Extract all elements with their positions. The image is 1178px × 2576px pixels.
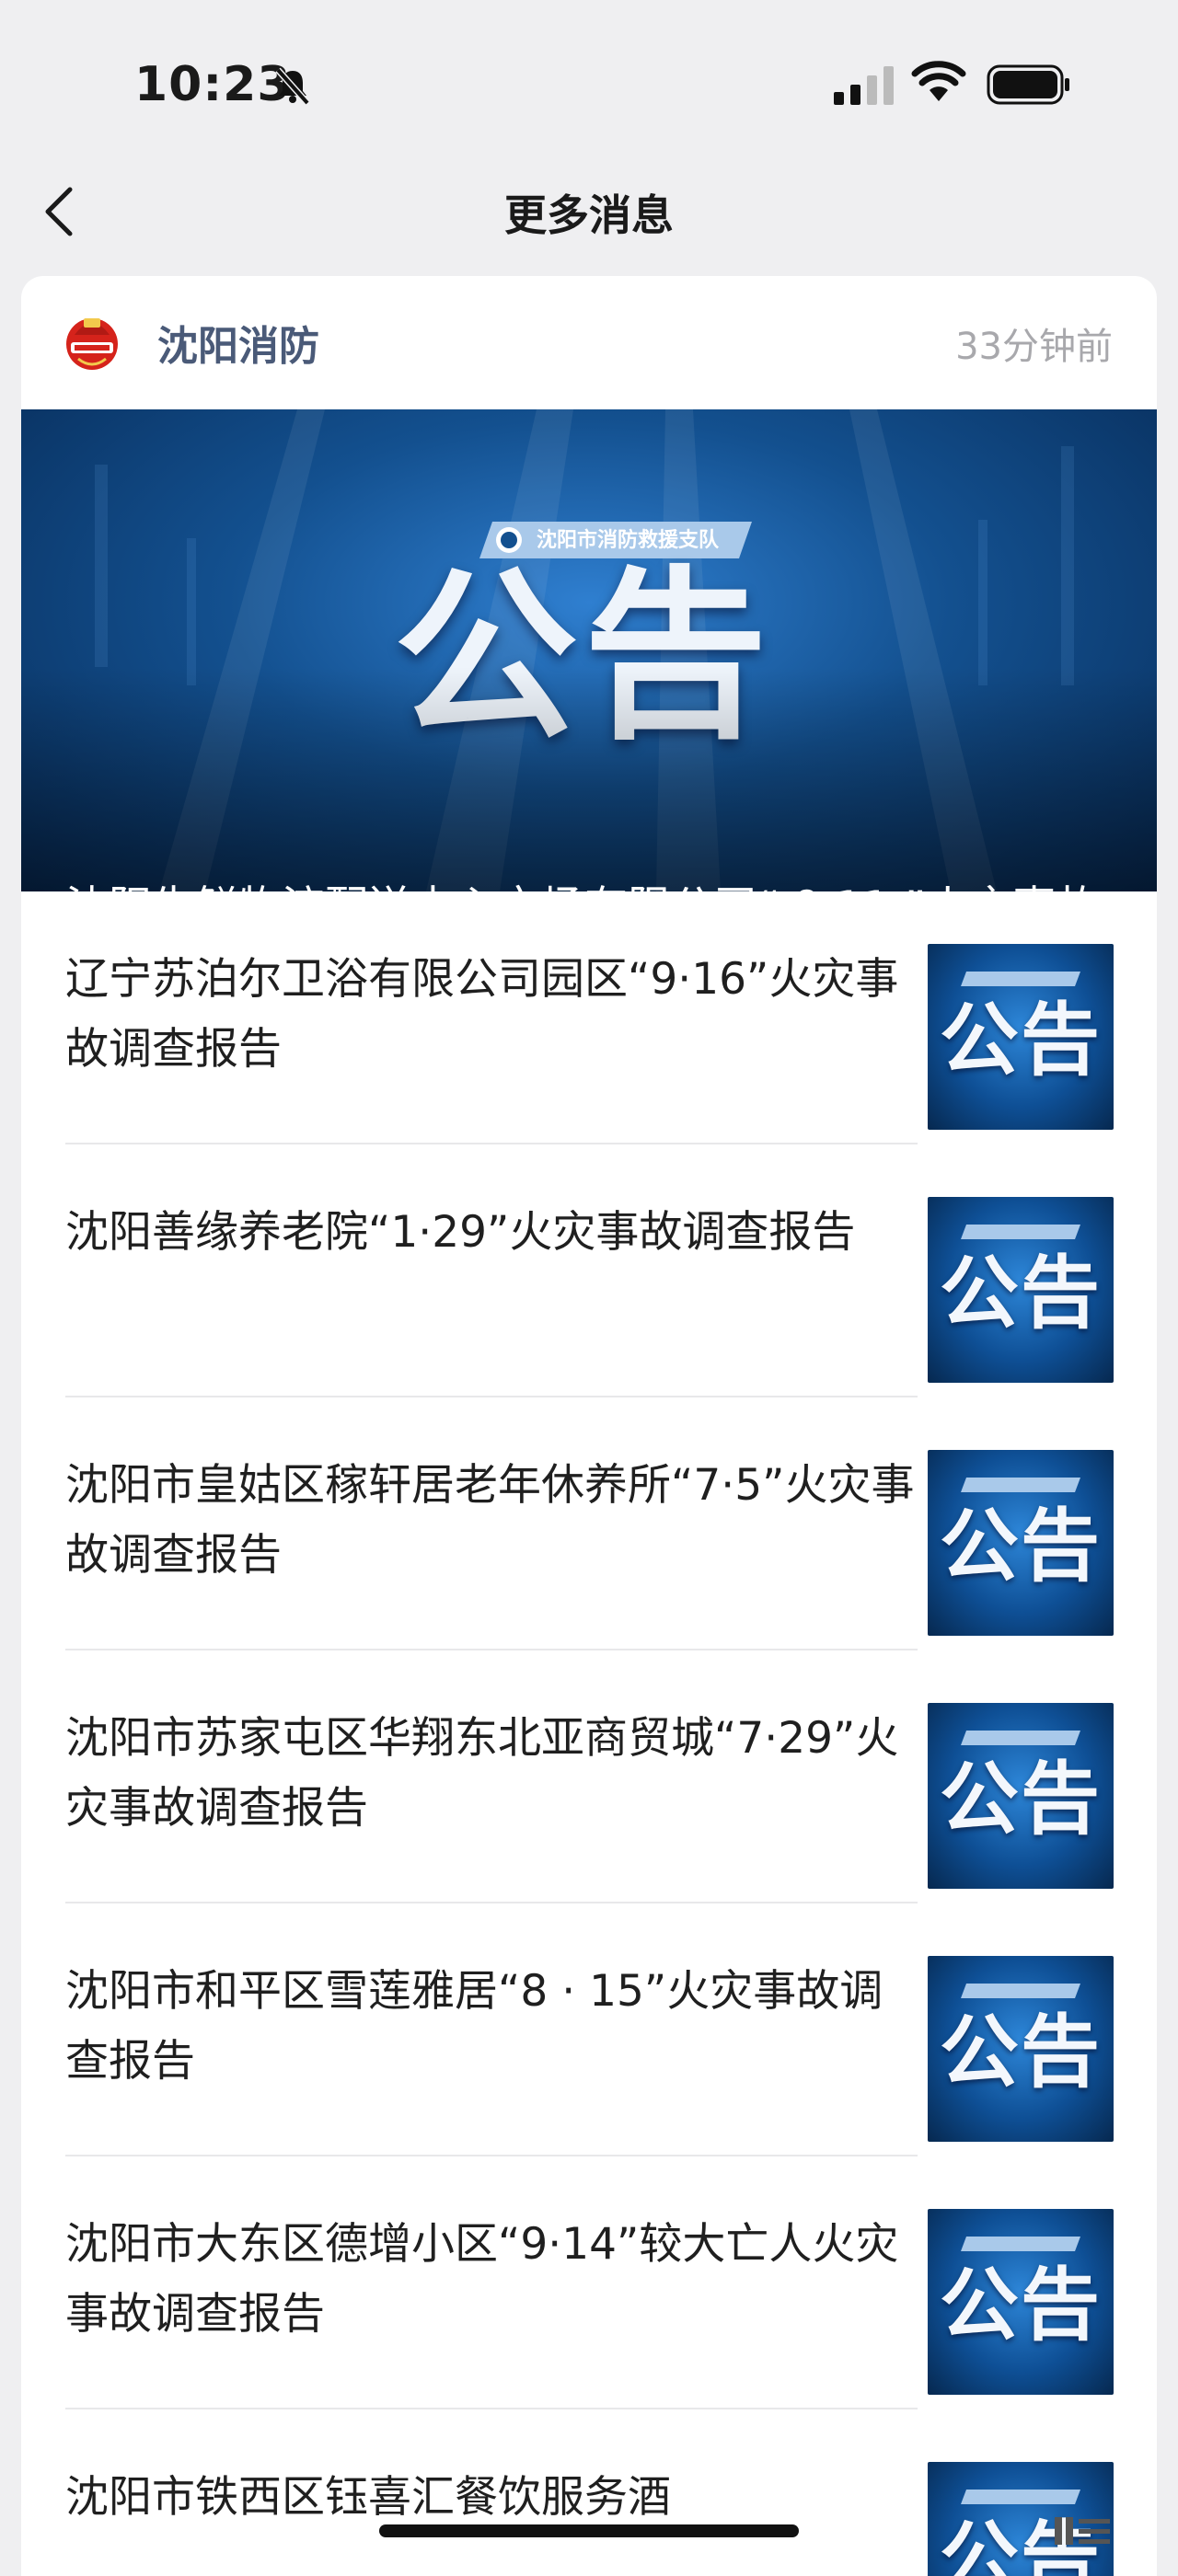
page-title: 更多消息 (504, 190, 674, 240)
thumb-text: 公告 (940, 2007, 1102, 2099)
news-thumbnail: 公告 (928, 1703, 1114, 1889)
news-thumbnail: 公告 (928, 1197, 1114, 1383)
thumb-text: 公告 (940, 995, 1102, 1087)
list-menu-icon[interactable] (1055, 2515, 1110, 2547)
thumb-text: 公告 (940, 1501, 1102, 1593)
thumb-badge-shape (961, 2490, 1080, 2504)
thumb-badge-shape (961, 1478, 1080, 1492)
home-indicator[interactable] (379, 2524, 799, 2537)
news-item[interactable]: 沈阳市和平区雪莲雅居“8 · 15”火灾事故调查报告 公告 (21, 1903, 1157, 2156)
news-thumbnail: 公告 (928, 1956, 1114, 2142)
news-title: 沈阳市苏家屯区华翔东北亚商贸城“7·29”火灾事故调查报告 (65, 1713, 899, 1834)
news-thumbnail: 公告 (928, 2209, 1114, 2395)
featured-article[interactable]: 沈阳市消防救援支队 公告 沈阳生鲜物流配送中心市场有限公司“ 9·11 ”火灾事… (21, 409, 1157, 891)
hero-badge-text: 沈阳市消防救援支队 (537, 529, 720, 552)
news-title: 辽宁苏泊尔卫浴有限公司园区“9·16”火灾事故调查报告 (65, 954, 899, 1075)
thumb-badge-shape (961, 1984, 1080, 1998)
nav-bar: 更多消息 (0, 166, 1178, 276)
news-item[interactable]: 辽宁苏泊尔卫浴有限公司园区“9·16”火灾事故调查报告 公告 (21, 891, 1157, 1144)
news-thumbnail: 公告 (928, 944, 1114, 1130)
news-item[interactable]: 沈阳市铁西区钰喜汇餐饮服务酒 公告 (21, 2409, 1157, 2576)
thumb-text: 公告 (940, 2260, 1102, 2352)
thumb-badge-shape (961, 1225, 1080, 1239)
hero-shade (21, 667, 1157, 891)
hero-title: 沈阳生鲜物流配送中心市场有限公司“ 9·11 ”火灾事故调查报告 (65, 869, 1124, 891)
status-time: 10:23 (134, 57, 292, 112)
news-item[interactable]: 沈阳善缘养老院“1·29”火灾事故调查报告 公告 (21, 1144, 1157, 1397)
card-header[interactable]: 沈阳消防 33分钟前 (21, 276, 1157, 409)
news-item[interactable]: 沈阳市大东区德增小区“9·14”较大亡人火灾事故调查报告 公告 (21, 2156, 1157, 2409)
news-list: 辽宁苏泊尔卫浴有限公司园区“9·16”火灾事故调查报告 公告 沈阳善缘养老院“1… (21, 891, 1157, 2576)
publish-time: 33分钟前 (955, 326, 1113, 368)
news-item[interactable]: 沈阳市苏家屯区华翔东北亚商贸城“7·29”火灾事故调查报告 公告 (21, 1650, 1157, 1903)
battery-icon (987, 64, 1069, 105)
news-title: 沈阳市和平区雪莲雅居“8 · 15”火灾事故调查报告 (65, 1966, 884, 2087)
news-title: 沈阳善缘养老院“1·29”火灾事故调查报告 (65, 1207, 856, 1258)
news-item[interactable]: 沈阳市皇姑区稼轩居老年休养所“7·5”火灾事故调查报告 公告 (21, 1397, 1157, 1650)
news-card: 沈阳消防 33分钟前 沈阳市消防救援支队 公告 沈阳生鲜物流配 (21, 276, 1157, 2576)
source-name[interactable]: 沈阳消防 (157, 313, 319, 372)
thumb-badge-shape (961, 972, 1080, 986)
wifi-icon (911, 61, 966, 101)
cellular-signal-icon (834, 66, 894, 105)
thumb-badge-shape (961, 2237, 1080, 2251)
thumb-text: 公告 (940, 1248, 1102, 1340)
status-bar: 10:23 (0, 0, 1178, 166)
thumb-text: 公告 (940, 1754, 1102, 1846)
news-title: 沈阳市铁西区钰喜汇餐饮服务酒 (65, 2472, 671, 2523)
news-title: 沈阳市皇姑区稼轩居老年休养所“7·5”火灾事故调查报告 (65, 1460, 915, 1581)
news-thumbnail: 公告 (928, 1450, 1114, 1636)
bell-muted-icon (275, 67, 310, 106)
thumb-badge-shape (961, 1731, 1080, 1745)
news-title: 沈阳市大东区德增小区“9·14”较大亡人火灾事故调查报告 (65, 2219, 899, 2340)
fire-department-logo (66, 318, 118, 370)
